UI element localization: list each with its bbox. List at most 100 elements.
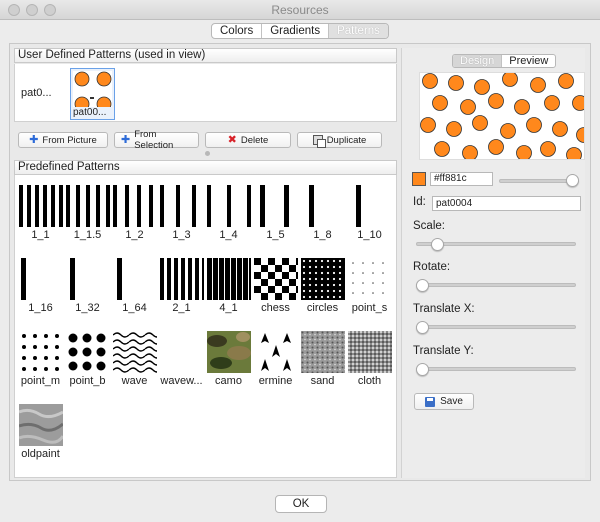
save-button[interactable]: Save [414,393,474,410]
plus-icon: ✚ [29,133,39,146]
color-swatch[interactable] [412,172,426,186]
pattern-1-1[interactable]: 1_1 [17,185,64,242]
rotate-slider-knob[interactable] [416,279,429,292]
pattern-1-10[interactable]: 1_10 [346,185,393,242]
pattern-label: 1_1.5 [73,229,102,241]
delete-button[interactable]: ✖ Delete [205,132,291,148]
color-hex-field[interactable]: #ff881c [430,172,493,186]
pattern-label: 4_1 [219,302,238,314]
pattern-wavew[interactable]: wavew... [158,331,205,388]
pattern-label: 1_8 [313,229,332,241]
pattern-ermine[interactable]: ermine [252,331,299,388]
pattern-1-16[interactable]: 1_16 [17,258,64,315]
duplicate-button[interactable]: Duplicate [297,132,382,148]
preview-circle [434,141,450,157]
pattern-label: point_m [20,375,61,387]
duplicate-label: Duplicate [326,134,367,146]
predefined-patterns-grid: 1_1 1_1.5 1_2 1_3 1_4 1_5 1_8 1_10 1_16 … [14,175,397,478]
pattern-label: 1_16 [28,302,53,314]
preview-circle [502,73,518,87]
pattern-oldpaint[interactable]: oldpaint [17,404,64,461]
preview-circle [462,145,478,159]
rotate-slider-track[interactable] [416,283,576,287]
translate-y-label: Translate Y: [413,345,474,357]
pattern-1-32[interactable]: 1_32 [64,258,111,315]
preview-circle [540,141,556,157]
pattern-1-4[interactable]: 1_4 [205,185,252,242]
preview-circle [448,75,464,91]
pattern-label: 1_32 [75,302,100,314]
tab-gradients[interactable]: Gradients [262,24,330,38]
pattern-actions: ✚ From Picture ✚ From Selection ✖ Delete… [18,129,382,151]
translate-x-label: Translate X: [413,303,475,315]
preview-circle [544,95,560,111]
from-picture-label: From Picture [42,134,97,146]
save-disk-icon [425,396,436,407]
pattern-point-s[interactable]: point_s [346,258,393,315]
resource-tabs: Colors Gradients Patterns [211,23,389,39]
preview-circle [422,73,438,89]
preview-circle [530,77,546,93]
preview-circle [420,117,436,133]
content-panel: User Defined Patterns (used in view) pat… [9,43,591,481]
pattern-label: wavew... [160,375,203,387]
user-patterns-list: pat0... pat00... [14,64,397,122]
pattern-label: 1_3 [172,229,191,241]
pattern-1-64[interactable]: 1_64 [111,258,158,315]
color-slider-knob[interactable] [566,174,579,187]
pattern-point-m[interactable]: point_m [17,331,64,388]
pattern-label: 2_1 [172,302,191,314]
pattern-preview [419,72,585,160]
pattern-label: wave [121,375,148,387]
pattern-label: point_s [351,302,388,314]
user-pattern-item-selected[interactable]: pat00... [70,68,115,120]
splitter-handle[interactable] [205,151,210,156]
id-field[interactable]: pat0004 [432,196,581,211]
pattern-label: 1_1 [31,229,50,241]
pattern-4-1[interactable]: 4_1 [205,258,252,315]
pattern-label: sand [310,375,335,387]
pattern-1-5[interactable]: 1_5 [252,185,299,242]
rotate-label: Rotate: [413,261,451,273]
translate-x-slider-track[interactable] [416,325,576,329]
preview-circle [472,115,488,131]
preview-circle [552,121,568,137]
pattern-chess[interactable]: chess [252,258,299,315]
from-selection-button[interactable]: ✚ From Selection [114,129,199,151]
tab-colors[interactable]: Colors [212,24,263,38]
pattern-label: 1_2 [125,229,144,241]
pattern-sand[interactable]: sand [299,331,346,388]
pattern-1-8[interactable]: 1_8 [299,185,346,242]
preview-circle [516,145,532,159]
tab-preview[interactable]: Preview [502,55,555,67]
pattern-camo[interactable]: camo [205,331,252,388]
pattern-2-1[interactable]: 2_1 [158,258,205,315]
pattern-label: 1_5 [266,229,285,241]
from-picture-button[interactable]: ✚ From Picture [18,132,108,148]
pattern-point-b[interactable]: point_b [64,331,111,388]
pattern-1-3[interactable]: 1_3 [158,185,205,242]
plus-icon: ✚ [121,133,131,146]
pattern-label: point_b [69,375,106,387]
translate-y-slider-knob[interactable] [416,363,429,376]
pattern-1-1-5[interactable]: 1_1.5 [64,185,111,242]
scale-slider-knob[interactable] [430,238,444,251]
pattern-cloth[interactable]: cloth [346,331,393,388]
tab-patterns[interactable]: Patterns [329,24,388,38]
title-bar: Resources [0,0,600,20]
translate-x-slider-knob[interactable] [416,321,429,334]
pattern-detail-panel: Design Preview #ff881c Id: pat0004 Scale… [401,48,585,478]
ok-button[interactable]: OK [275,495,327,513]
tab-design[interactable]: Design [453,55,503,67]
pattern-wave[interactable]: wave [111,331,158,388]
preview-circle [500,123,516,139]
user-pattern-label: pat00... [73,107,107,118]
pattern-1-2[interactable]: 1_2 [111,185,158,242]
predefined-patterns-header: Predefined Patterns [14,160,397,175]
pattern-label: 1_64 [122,302,147,314]
user-pattern-item[interactable]: pat0... [21,87,52,99]
pattern-circles[interactable]: circles [299,258,346,315]
translate-y-slider-track[interactable] [416,367,576,371]
pattern-label: ermine [258,375,293,387]
preview-circle [558,73,574,89]
